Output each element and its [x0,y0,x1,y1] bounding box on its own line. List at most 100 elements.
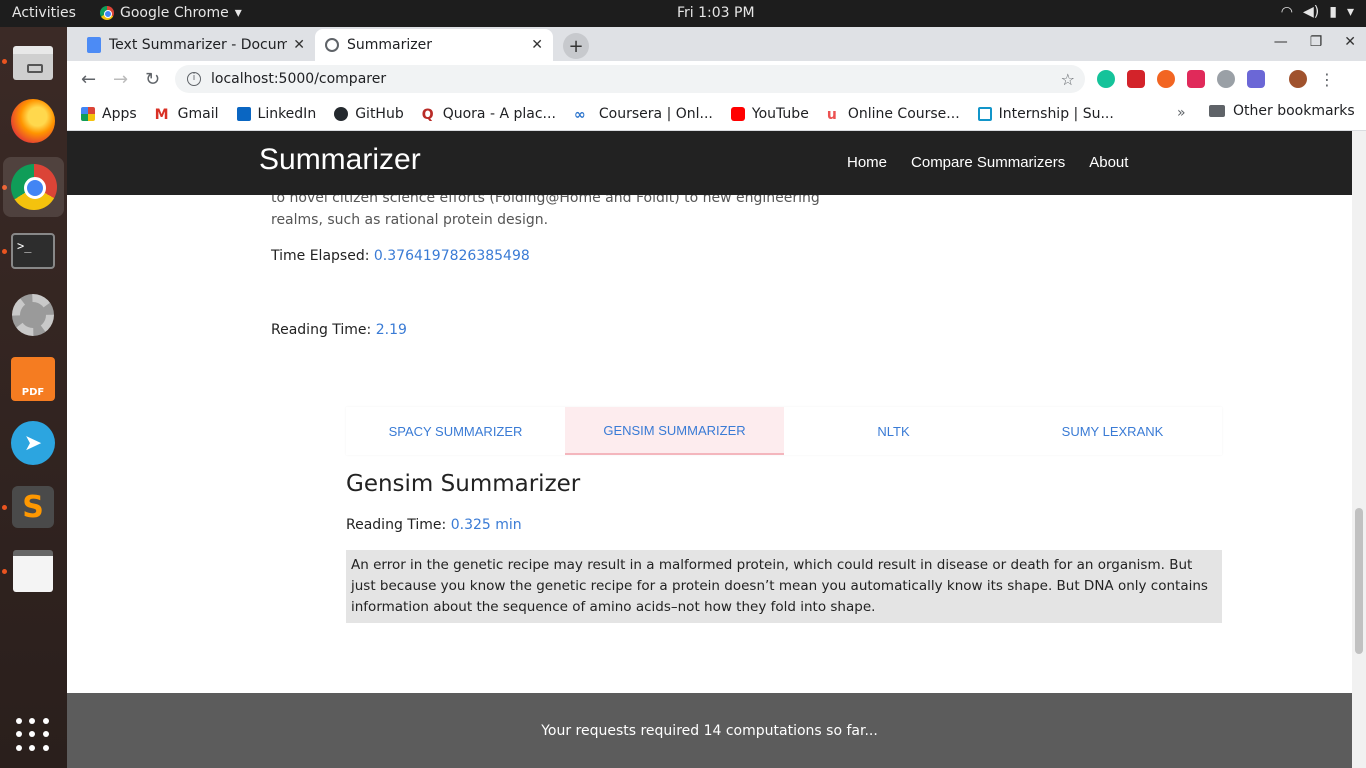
bookmark-label: Other bookmarks [1233,103,1355,119]
minimize-icon[interactable]: — [1274,34,1288,50]
apps-grid-icon [81,106,95,121]
bookmark-label: LinkedIn [257,105,317,122]
bookmark-linkedin[interactable]: LinkedIn [236,105,317,122]
internshala-icon [977,106,992,121]
time-elapsed-value: 0.3764197826385498 [373,248,530,264]
system-tray[interactable]: ◠ ◀) ▮ ▾ [1281,4,1354,20]
system-top-bar: Activities Google Chrome ▾ Fri 1:03 PM ◠… [0,0,1366,27]
close-icon[interactable]: ✕ [531,37,543,53]
page-scrollbar[interactable] [1352,131,1366,768]
bookmark-label: GitHub [355,105,404,122]
tab-title: Summarizer [347,37,432,53]
tab-title: Text Summarizer - Docum [109,37,288,53]
tab-nltk[interactable]: NLTK [784,407,1003,455]
terminal-icon[interactable]: >_ [9,227,57,275]
nav-compare-summarizers[interactable]: Compare Summarizers [911,154,1065,171]
bookmark-coursera[interactable]: ∞ Coursera | Onl... [573,106,713,123]
tab-text-summarizer-docs[interactable]: Text Summarizer - Docum ✕ [77,29,315,61]
pdf-editor-icon[interactable]: PDF [9,355,57,403]
clock[interactable]: Fri 1:03 PM [677,5,755,21]
linkedin-icon [236,106,251,121]
extension-icon[interactable] [1157,70,1175,88]
section-reading-time: Reading Time: 0.325 min [346,517,522,533]
scrollbar-thumb[interactable] [1355,508,1363,654]
address-bar[interactable]: i localhost:5000/comparer ☆ [175,65,1085,93]
coursera-icon: ∞ [573,106,586,123]
chevron-down-icon: ▾ [1346,4,1354,20]
activities-button[interactable]: Activities [12,5,76,21]
section-reading-value: 0.325 min [450,517,522,533]
back-icon[interactable]: ← [81,69,96,90]
site-navbar: Summarizer Home Compare Summarizers Abou… [67,131,1352,195]
bookmark-github[interactable]: GitHub [334,106,404,122]
reload-icon[interactable]: ↻ [145,69,160,90]
firefox-icon[interactable] [9,97,57,145]
show-applications-icon[interactable] [9,711,57,759]
new-tab-button[interactable]: + [563,33,589,59]
info-icon[interactable]: i [187,72,201,86]
extension-icon[interactable] [1187,70,1205,88]
quora-icon: Q [421,106,434,123]
time-elapsed: Time Elapsed: 0.3764197826385498 [271,248,530,264]
site-nav-links: Home Compare Summarizers About [847,154,1128,171]
forward-icon[interactable]: → [113,69,128,90]
summarizer-tabs: SPACY SUMMARIZER GENSIM SUMMARIZER NLTK … [346,407,1222,455]
chrome-dock-icon[interactable] [3,157,64,217]
tab-gensim-summarizer[interactable]: GENSIM SUMMARIZER [565,407,784,455]
gmail-icon: M [154,106,169,123]
app-menu[interactable]: Google Chrome ▾ [100,5,242,21]
bookmark-label: YouTube [751,105,809,122]
text-editor-icon[interactable] [9,547,57,595]
footer-text: Your requests required 14 computations s… [541,722,878,739]
extension-icon[interactable] [1127,70,1145,88]
close-window-icon[interactable]: ✕ [1344,34,1356,50]
grammarly-icon[interactable] [1097,70,1115,88]
browser-toolbar: ← → ↻ i localhost:5000/comparer ☆ ⋮ [67,61,1366,97]
bookmark-label: Online Course... [847,105,960,122]
nav-about[interactable]: About [1089,154,1128,171]
section-title: Gensim Summarizer [346,471,581,497]
battery-icon: ▮ [1329,4,1337,20]
tab-summarizer[interactable]: Summarizer ✕ [315,29,553,61]
bookmark-star-icon[interactable]: ☆ [1061,70,1075,89]
bookmark-gmail[interactable]: M Gmail [154,106,219,123]
docs-icon [87,37,101,53]
nav-home[interactable]: Home [847,154,887,171]
section-reading-label: Reading Time: [346,517,447,533]
extension-icon[interactable] [1217,70,1235,88]
sublime-text-icon[interactable]: S [9,483,57,531]
avatar[interactable] [1289,70,1307,88]
restore-icon[interactable]: ❐ [1310,34,1323,50]
time-elapsed-label: Time Elapsed: [271,248,370,264]
reading-time: Reading Time: 2.19 [271,322,407,338]
window-controls: — ❐ ✕ [1274,34,1356,50]
settings-icon[interactable] [9,291,57,339]
telegram-icon[interactable]: ➤ [9,419,57,467]
bookmarks-overflow-button[interactable]: » [1177,105,1186,121]
bookmark-udemy[interactable]: u Online Course... [826,105,960,123]
dock: >_ PDF ➤ S [0,27,67,768]
bookmark-apps[interactable]: Apps [81,106,137,122]
other-bookmarks[interactable]: Other bookmarks [1209,103,1355,119]
extensions: ⋮ [1097,70,1335,89]
youtube-icon [730,106,745,121]
bookmarks-bar: Apps M Gmail LinkedIn GitHub Q Quora - A p… [67,97,1366,131]
bookmark-label: Internship | Su... [998,105,1114,122]
close-icon[interactable]: ✕ [293,37,305,53]
running-indicator [2,569,7,574]
bookmark-youtube[interactable]: YouTube [730,105,809,122]
udemy-icon: u [826,106,837,123]
site-brand[interactable]: Summarizer [259,143,421,177]
site-footer: Your requests required 14 computations s… [67,693,1352,768]
files-icon[interactable] [9,39,57,87]
tab-strip: Text Summarizer - Docum ✕ Summarizer ✕ +… [67,27,1366,61]
bookmark-internshala[interactable]: Internship | Su... [977,105,1114,122]
camera-icon[interactable] [1247,70,1265,88]
tab-sumy-lexrank[interactable]: SUMY LEXRANK [1003,407,1222,455]
globe-icon [325,38,339,52]
bookmark-quora[interactable]: Q Quora - A plac... [421,106,556,123]
app-menu-label: Google Chrome [120,5,229,21]
folder-icon [1209,105,1225,117]
tab-spacy-summarizer[interactable]: SPACY SUMMARIZER [346,407,565,455]
menu-dots-icon[interactable]: ⋮ [1319,70,1335,89]
